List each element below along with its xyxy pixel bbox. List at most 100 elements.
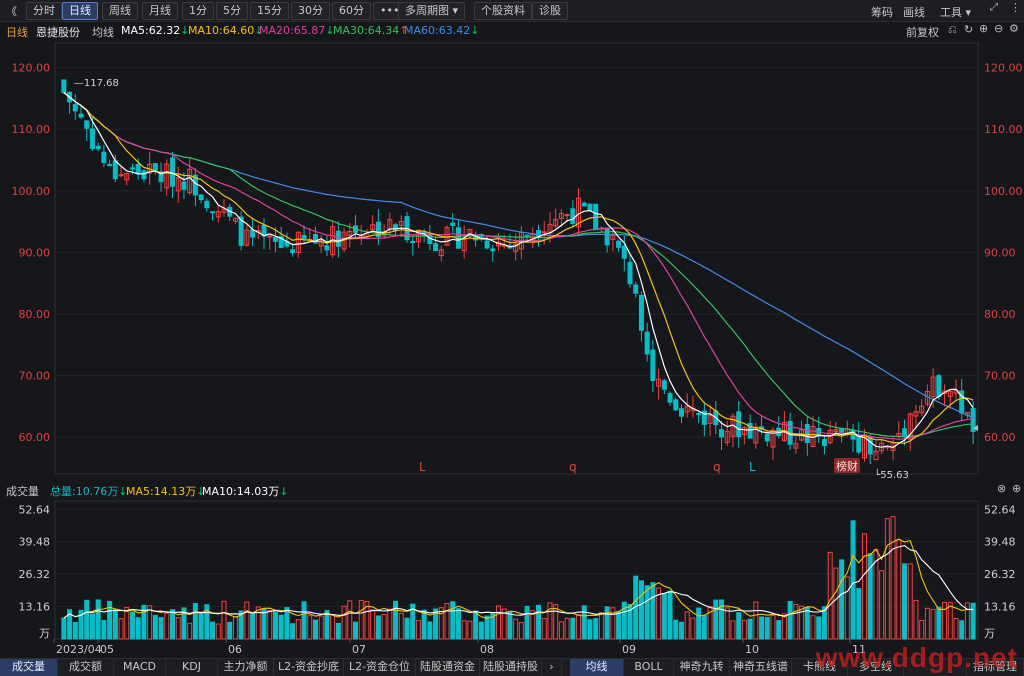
settings-icon[interactable]: ⚙ xyxy=(1009,22,1019,35)
candle-body xyxy=(678,408,684,417)
candle-body xyxy=(89,128,95,149)
undo-icon[interactable]: ⎌ xyxy=(948,23,957,37)
tab-l2-position[interactable]: L2-资金仓位 xyxy=(344,659,416,676)
price-chart[interactable]: 120.00 120.00 110.00 110.00 100.00 100.00 90.0… xyxy=(0,39,1024,482)
volume-bar xyxy=(387,608,393,640)
volume-bar xyxy=(335,623,341,640)
volume-bar xyxy=(312,619,318,640)
tab-ma[interactable]: 均线 xyxy=(570,659,624,676)
volume-bar xyxy=(324,610,330,640)
volume-bar xyxy=(272,611,278,640)
tab-weekly[interactable]: 周线 xyxy=(102,2,138,20)
tab-long-short[interactable]: 多空线 xyxy=(848,659,904,676)
multi-period-dropdown[interactable]: 多周期图 ▾ xyxy=(398,2,466,20)
volume-bar xyxy=(593,618,599,640)
volume-tick-left: 39.48 xyxy=(19,536,51,549)
volume-header: 成交量 总量:10.76万↓ MA5:14.13万↓ MA10:14.03万↓ … xyxy=(0,482,1024,498)
tab-hk-fund[interactable]: 陆股通资金 xyxy=(416,659,480,676)
candle-body xyxy=(290,249,296,254)
tab-turnover[interactable]: 成交额 xyxy=(58,659,114,676)
tab-monthly[interactable]: 月线 xyxy=(142,2,178,20)
volume-bar xyxy=(690,617,696,640)
tab-1min[interactable]: 1分 xyxy=(182,2,214,20)
volume-bar xyxy=(638,580,644,640)
tab-main-net[interactable]: 主力净额 xyxy=(218,659,274,676)
volume-chart[interactable]: 52.64 52.64 39.48 39.48 26.32 26.32 13.16 13.16… xyxy=(0,497,1024,658)
chart-bg xyxy=(0,39,1024,482)
volume-bar xyxy=(781,613,787,640)
volume-bar xyxy=(393,600,399,640)
adjust-dropdown[interactable]: 前复权 xyxy=(906,24,939,40)
tab-boll[interactable]: BOLL xyxy=(624,659,674,676)
draw-button[interactable]: 画线 xyxy=(903,4,925,20)
ma20-value: MA20:65.87↓ xyxy=(259,24,335,37)
ma-label[interactable]: 均线 xyxy=(92,24,114,40)
volume-bar xyxy=(404,617,410,640)
volume-bar xyxy=(513,618,519,640)
indicator-manage-button[interactable]: 指标管理 xyxy=(966,659,1024,676)
tab-l2-bottom[interactable]: L2-资金抄底 xyxy=(274,659,344,676)
candle-body xyxy=(867,436,873,455)
volume-bar xyxy=(198,611,204,640)
volume-bar xyxy=(455,608,461,640)
tab-60min[interactable]: 60分 xyxy=(332,2,371,20)
stock-profile-button[interactable]: 个股资料 xyxy=(474,2,532,20)
indicator-tabs: 成交量 成交额 MACD KDJ 主力净额 L2-资金抄底 L2-资金仓位 陆股… xyxy=(0,658,1024,676)
candle-body xyxy=(650,349,656,382)
volume-bar xyxy=(370,609,376,640)
volume-bar xyxy=(524,605,530,640)
x-axis-label: 08 xyxy=(480,643,494,656)
close-icon[interactable]: ⊗ xyxy=(997,482,1006,495)
candle-body xyxy=(107,163,113,167)
tabs-next-icon[interactable]: › xyxy=(542,659,562,676)
volume-bar xyxy=(341,605,347,640)
tab-30min[interactable]: 30分 xyxy=(291,2,330,20)
tab-5min[interactable]: 5分 xyxy=(216,2,248,20)
volume-bar xyxy=(736,612,742,640)
tab-nine-turn[interactable]: 神奇九转 xyxy=(674,659,730,676)
tab-macd[interactable]: MACD xyxy=(114,659,166,676)
volume-bar xyxy=(232,616,238,640)
menu-icon[interactable]: ⋮ xyxy=(1010,1,1021,14)
collapse-icon[interactable]: 《 xyxy=(6,3,17,19)
fullscreen-icon[interactable]: ⤢ xyxy=(990,2,998,13)
tab-bear-line[interactable]: 卡熊线 xyxy=(792,659,848,676)
tab-intraday[interactable]: 分时 xyxy=(26,2,62,20)
volume-tick-left: 13.16 xyxy=(19,601,51,614)
tab-volume[interactable]: 成交量 xyxy=(0,659,58,676)
volume-bar xyxy=(307,615,313,640)
refresh-icon[interactable]: ↻ xyxy=(964,23,973,36)
candle-body xyxy=(181,181,187,190)
candle-body xyxy=(839,428,845,433)
add-icon[interactable]: ⊕ xyxy=(1012,482,1021,495)
toolbar: 《 分时 日线 周线 月线 1分 5分 15分 30分 60分 ••• 多周期图… xyxy=(0,0,1024,22)
zoom-out-icon[interactable]: ⊖ xyxy=(994,22,1003,35)
volume-bar xyxy=(810,615,816,640)
tab-15min[interactable]: 15分 xyxy=(250,2,289,20)
tab-five-line[interactable]: 神奇五线谱 xyxy=(730,659,792,676)
volume-bar xyxy=(461,620,467,640)
volume-bar xyxy=(787,601,793,640)
candle-body xyxy=(696,413,702,416)
tab-kdj[interactable]: KDJ xyxy=(166,659,218,676)
tab-daily[interactable]: 日线 xyxy=(62,2,98,20)
volume-bar xyxy=(478,621,484,640)
candle-body xyxy=(856,434,862,453)
tools-dropdown[interactable]: 工具 ▾ xyxy=(940,4,971,20)
stock-name: 恩捷股份 xyxy=(36,26,80,39)
tab-hk-hold[interactable]: 陆股通持股 xyxy=(480,659,542,676)
candle-body xyxy=(604,227,610,246)
volume-bar xyxy=(713,599,719,640)
low-label: └55.63 xyxy=(874,468,909,481)
y-tick-right: 120.00 xyxy=(984,62,1023,75)
y-tick-left: 110.00 xyxy=(12,123,51,136)
volume-tick-left: 26.32 xyxy=(19,568,51,581)
diagnose-button[interactable]: 诊股 xyxy=(532,2,568,20)
chips-button[interactable]: 筹码 xyxy=(871,4,893,20)
y-tick-right: 70.00 xyxy=(984,369,1016,382)
volume-bar xyxy=(604,606,610,640)
zoom-in-icon[interactable]: ⊕ xyxy=(979,22,988,35)
y-tick-right: 110.00 xyxy=(984,123,1023,136)
volume-bar xyxy=(827,551,833,640)
volume-bar xyxy=(330,614,336,640)
